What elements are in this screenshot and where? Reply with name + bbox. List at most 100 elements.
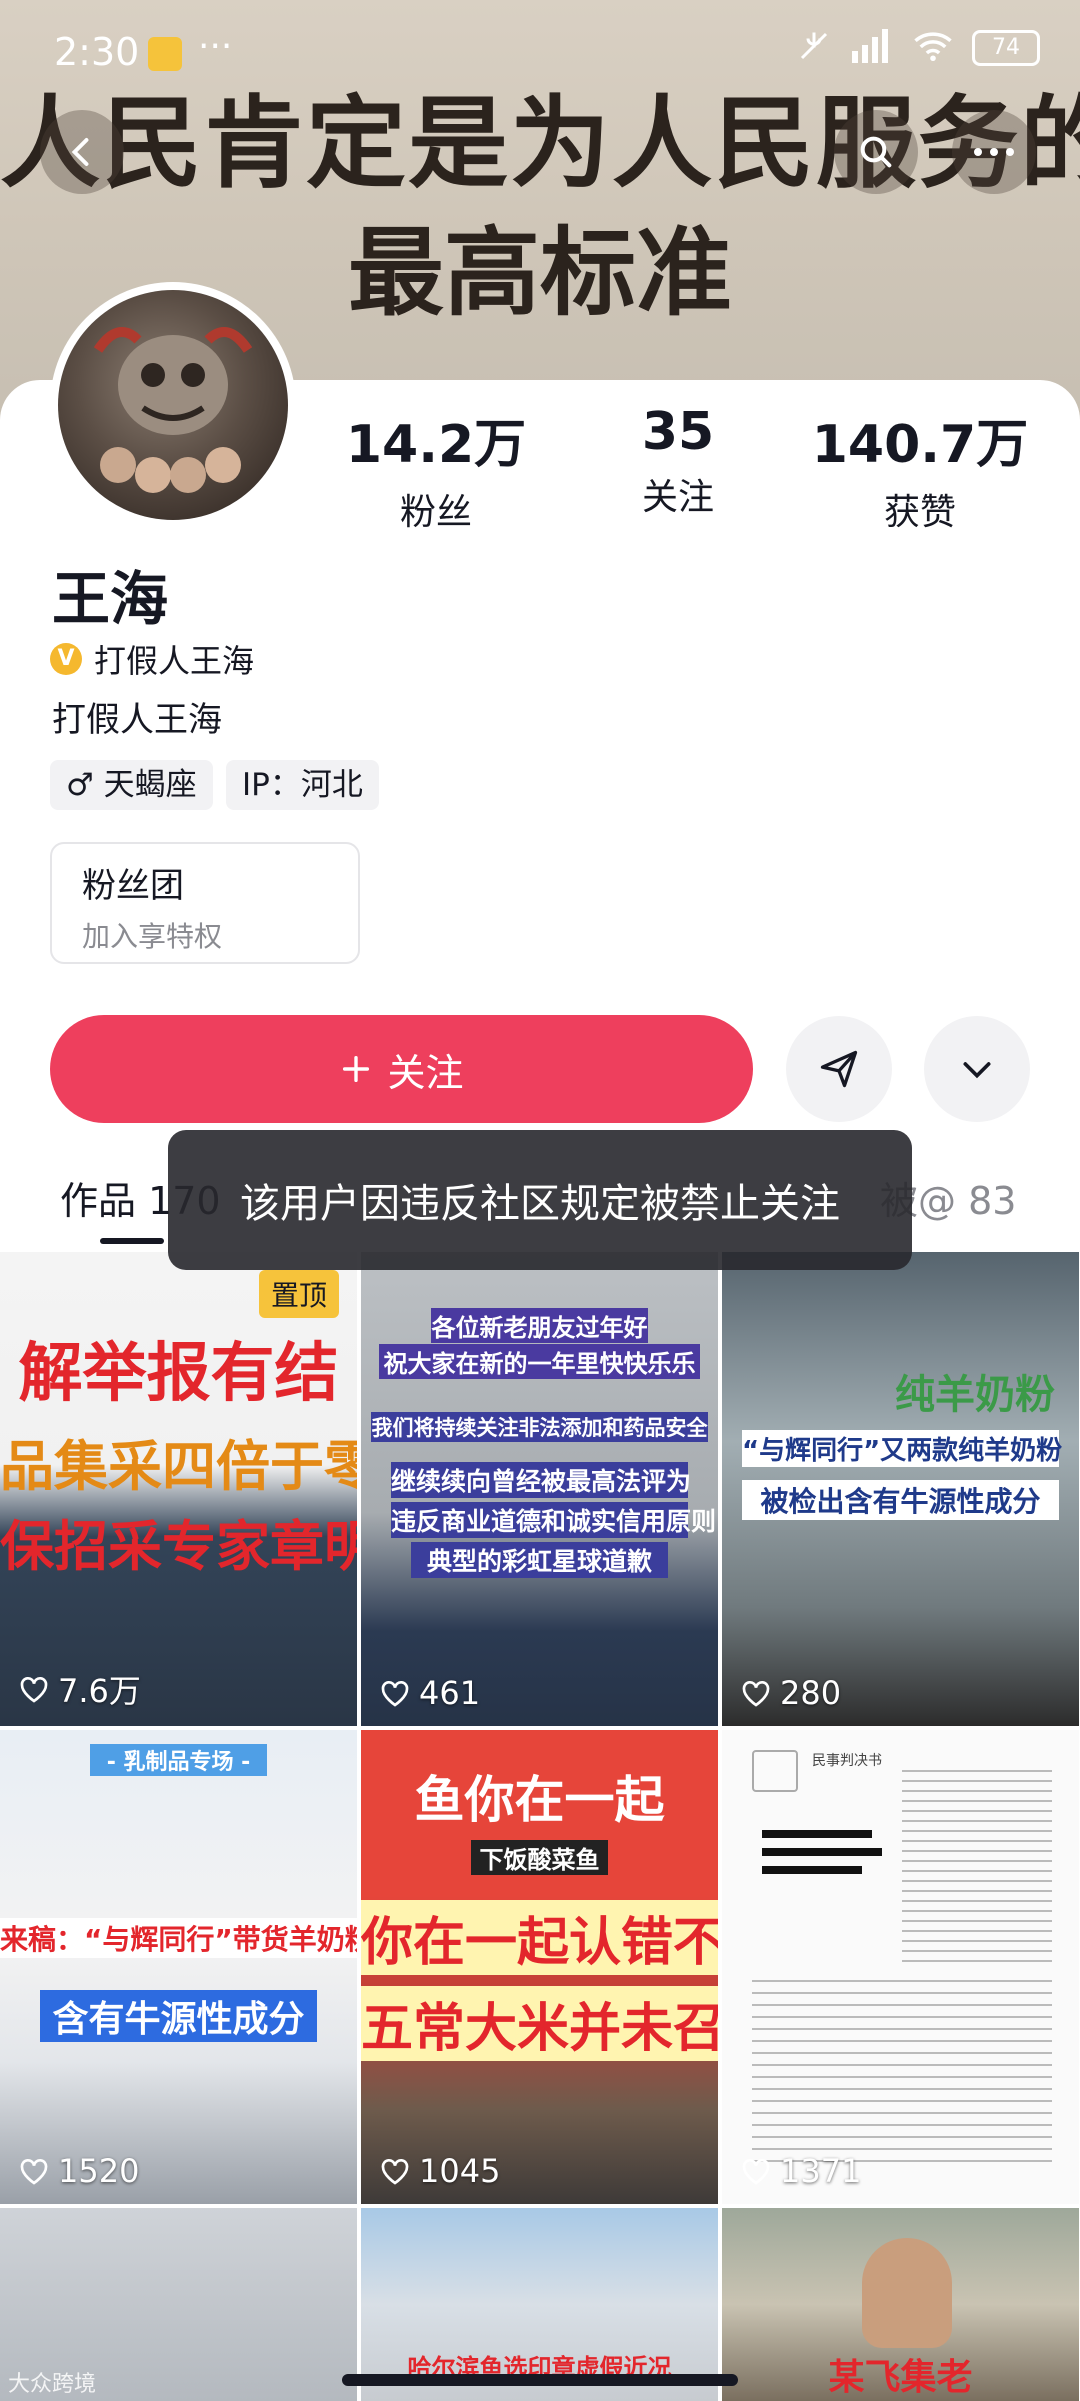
search-icon <box>860 136 892 168</box>
thumbnail-caption: 鱼你在一起 <box>414 1771 665 1829</box>
thumbnail-caption: 五常大米并未召 <box>361 1986 718 2061</box>
stat-number: 14.2万 <box>345 415 527 475</box>
pinned-badge: 置顶 <box>258 1270 339 1318</box>
verified-badge-icon: V <box>50 643 82 675</box>
send-icon <box>820 1050 858 1088</box>
video-thumbnail[interactable]: 某飞集老 <box>722 2208 1079 2401</box>
thumbnail-caption: 某飞集老 <box>828 2357 973 2398</box>
stat-label: 关注 <box>641 477 714 518</box>
likes-count: 1371 <box>740 2152 861 2190</box>
likes-count: 1045 <box>379 2152 500 2190</box>
share-button[interactable] <box>786 1016 892 1122</box>
redaction-bar <box>762 1866 862 1874</box>
thumbnail-caption: 我们将持续关注非法添加和药品安全 <box>371 1412 708 1442</box>
video-thumbnail[interactable]: - 乳制品专场 - 来稿：“与辉同行”带货羊奶粉 含有牛源性成分 1520 <box>0 1730 357 2204</box>
stat-following[interactable]: 35 关注 <box>578 402 778 520</box>
watermark: 大众跨境 <box>8 2372 97 2397</box>
video-thumbnail[interactable]: 各位新老朋友过年好 祝大家在新的一年里快快乐乐 我们将持续关注非法添加和药品安全… <box>361 1252 718 1726</box>
stat-label: 粉丝 <box>399 492 472 533</box>
chevron-down-icon <box>963 1062 991 1079</box>
likes-number: 1371 <box>780 2152 862 2190</box>
avatar-image <box>58 290 288 520</box>
thumbnail-caption: 典型的彩虹星球道歉 <box>411 1542 668 1578</box>
fans-group-title: 粉丝团 <box>82 866 184 906</box>
document-text-lines <box>752 1980 1052 2170</box>
plus-icon <box>343 1055 370 1083</box>
thumbnail-caption: “与辉同行”又两款纯羊奶粉 <box>742 1430 1062 1467</box>
follow-button[interactable]: 关注 <box>50 1015 753 1123</box>
heart-icon <box>20 1677 48 1703</box>
stat-number: 35 <box>641 402 715 462</box>
thumbnail-caption: 违反商业道德和诚实信用原则 <box>391 1502 716 1538</box>
person-face <box>862 2238 952 2348</box>
thumbnail-caption: 来稿：“与辉同行”带货羊奶粉 <box>0 1918 357 1958</box>
heart-icon <box>20 2159 48 2185</box>
document-text-lines <box>902 1770 1052 1970</box>
stat-number: 140.7万 <box>811 415 1029 475</box>
tag-ip-location: IP：河北 <box>226 760 379 810</box>
video-thumbnail[interactable]: 哈尔滨鱼选印章虚假近况 <box>361 2208 718 2401</box>
thumbnail-caption: 解举报有结 <box>18 1337 339 1411</box>
wifi-icon <box>912 29 954 67</box>
thumbnail-caption: 祝大家在新的一年里快快乐乐 <box>379 1344 700 1379</box>
video-thumbnail[interactable]: 置顶 解举报有结 品集采四倍于零售 保招采专家章明 7.6万 <box>0 1252 357 1726</box>
stat-likes[interactable]: 140.7万 获赞 <box>800 402 1040 535</box>
likes-count: 7.6万 <box>18 1666 141 1712</box>
likes-number: 461 <box>419 1674 481 1712</box>
app-notification-icon <box>148 37 182 71</box>
heart-icon <box>742 1681 770 1707</box>
video-thumbnail[interactable]: 纯羊奶粉 “与辉同行”又两款纯羊奶粉 被检出含有牛源性成分 280 <box>722 1252 1079 1726</box>
image-icon <box>752 1750 798 1792</box>
likes-number: 7.6万 <box>58 1672 141 1710</box>
likes-number: 1520 <box>58 2152 140 2190</box>
status-time: 2:30 <box>54 30 140 74</box>
likes-count: 461 <box>379 1674 480 1712</box>
thumbnail-caption: 品集采四倍于零售 <box>0 1435 357 1498</box>
thumbnail-caption: 保招采专家章明 <box>0 1515 357 1578</box>
profile-name: 王海 <box>52 565 169 633</box>
thumbnail-caption: 被检出含有牛源性成分 <box>742 1480 1059 1520</box>
verification-label: 打假人王海 <box>94 642 255 680</box>
active-tab-indicator <box>100 1238 164 1244</box>
heart-icon <box>742 2159 770 2185</box>
redaction-bar <box>762 1848 882 1856</box>
video-thumbnail[interactable]: 民事判决书 1371 <box>722 1730 1079 2204</box>
fans-group-card[interactable]: 粉丝团 加入享特权 <box>50 842 360 964</box>
heart-icon <box>381 2159 409 2185</box>
likes-number: 280 <box>780 1674 842 1712</box>
tag-gender-zodiac: ♂ 天蝎座 <box>50 760 213 810</box>
more-notifications-icon: ··· <box>198 26 233 67</box>
stat-followers[interactable]: 14.2万 粉丝 <box>336 402 536 535</box>
expand-button[interactable] <box>924 1016 1030 1122</box>
banner-text-line1: 人民肯定是为人民服务的 <box>0 85 1080 202</box>
chevron-left-icon <box>71 138 89 166</box>
thumbnail-caption: 含有牛源性成分 <box>40 1990 317 2042</box>
more-button[interactable] <box>952 110 1036 194</box>
home-indicator[interactable] <box>342 2374 738 2386</box>
battery-indicator: 74 <box>972 30 1040 66</box>
likes-count: 280 <box>740 1674 841 1712</box>
stat-label: 获赞 <box>883 492 956 533</box>
search-button[interactable] <box>834 110 918 194</box>
avatar[interactable] <box>50 282 296 528</box>
thumbnail-caption: 下饭酸菜鱼 <box>471 1840 608 1875</box>
thumbnail-caption: - 乳制品专场 - <box>90 1744 267 1776</box>
redaction-bar <box>762 1830 872 1838</box>
heart-icon <box>381 1681 409 1707</box>
back-button[interactable] <box>40 110 124 194</box>
toast-message: 该用户因违反社区规定被禁止关注 <box>168 1130 912 1270</box>
status-indicators: 74 <box>796 28 1040 68</box>
profile-bio: 打假人王海 <box>52 700 222 740</box>
document-title: 民事判决书 <box>812 1753 882 1769</box>
follow-label: 关注 <box>387 1052 464 1095</box>
verification-row: V 打假人王海 <box>50 636 254 682</box>
mute-icon <box>796 28 832 68</box>
thumbnail-caption: 纯羊奶粉 <box>895 1372 1055 1418</box>
fans-group-subtitle: 加入享特权 <box>82 920 223 953</box>
thumbnail-caption: 各位新老朋友过年好 <box>431 1308 648 1343</box>
video-thumbnail[interactable]: 鱼你在一起 下饭酸菜鱼 你在一起认错不 五常大米并未召 1045 <box>361 1730 718 2204</box>
likes-count: 1520 <box>18 2152 139 2190</box>
more-dots-icon <box>974 148 1014 156</box>
likes-number: 1045 <box>419 2152 501 2190</box>
signal-icon <box>850 29 894 67</box>
